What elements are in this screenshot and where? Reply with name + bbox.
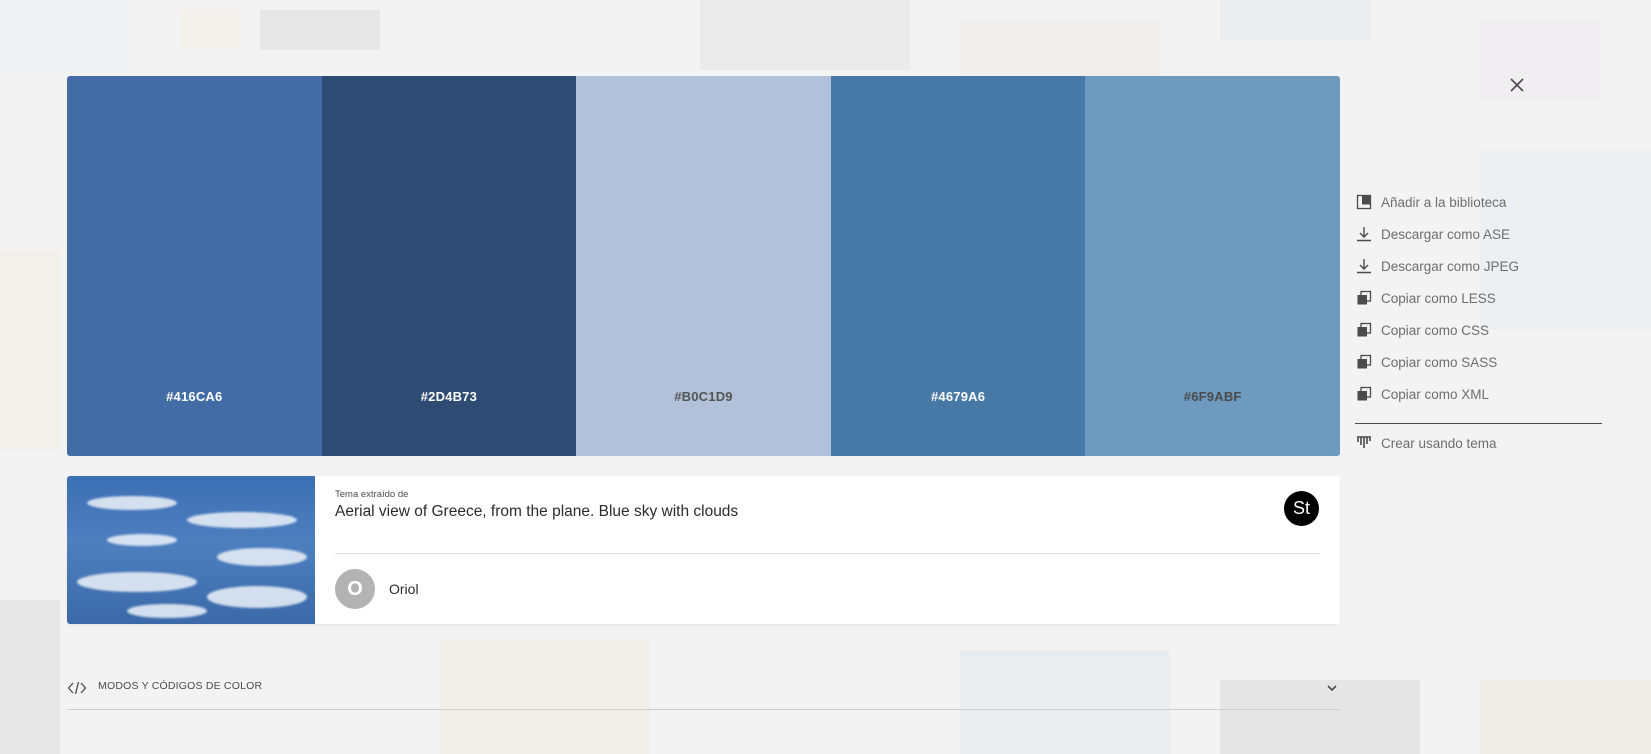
action-label: Descargar como JPEG — [1381, 258, 1520, 274]
stock-badge-text: St — [1292, 498, 1310, 518]
color-modes-toggle[interactable]: MODOS Y CÓDIGOS DE COLOR — [67, 676, 1340, 710]
swatch-hex-label[interactable]: #B0C1D9 — [576, 389, 831, 404]
avatar[interactable]: O — [335, 569, 375, 609]
copy-sass-button[interactable]: Copiar como SASS — [1355, 346, 1602, 378]
actions-divider — [1355, 423, 1602, 424]
author-name[interactable]: Oriol — [389, 581, 419, 597]
code-icon — [67, 681, 87, 695]
swatch-hex-label[interactable]: #6F9ABF — [1085, 389, 1340, 404]
color-swatch-4[interactable]: #4679A6 — [830, 76, 1086, 456]
color-swatch-1[interactable]: #416CA6 — [67, 76, 322, 456]
theme-detail-modal: #416CA6 #2D4B73 #B0C1D9 #4679A6 #6F9ABF … — [0, 0, 1651, 754]
action-label: Copiar como LESS — [1381, 290, 1496, 306]
theme-source-card: Tema extraído de Aerial view of Greece, … — [67, 476, 1340, 624]
color-palette: #416CA6 #2D4B73 #B0C1D9 #4679A6 #6F9ABF — [67, 76, 1340, 456]
download-jpeg-button[interactable]: Descargar como JPEG — [1355, 250, 1602, 282]
download-icon — [1355, 225, 1373, 243]
adobe-stock-badge[interactable]: St — [1284, 491, 1319, 526]
copy-icon — [1355, 289, 1373, 307]
avatar-initial: O — [347, 577, 363, 600]
create-theme-icon — [1355, 434, 1373, 452]
action-label: Copiar como SASS — [1381, 354, 1498, 370]
library-add-icon — [1355, 193, 1373, 211]
close-icon — [1510, 78, 1524, 92]
source-label: Tema extraído de — [335, 489, 409, 500]
copy-icon — [1355, 385, 1373, 403]
action-label: Crear usando tema — [1381, 435, 1497, 451]
download-ase-button[interactable]: Descargar como ASE — [1355, 218, 1602, 250]
source-title[interactable]: Aerial view of Greece, from the plane. B… — [335, 503, 738, 521]
color-swatch-2[interactable]: #2D4B73 — [321, 76, 577, 456]
action-label: Copiar como XML — [1381, 386, 1490, 402]
copy-less-button[interactable]: Copiar como LESS — [1355, 282, 1602, 314]
action-label: Copiar como CSS — [1381, 322, 1490, 338]
action-label: Descargar como ASE — [1381, 226, 1511, 242]
swatch-hex-label[interactable]: #2D4B73 — [322, 389, 577, 404]
modes-label: MODOS Y CÓDIGOS DE COLOR — [98, 680, 263, 692]
download-icon — [1355, 257, 1373, 275]
action-label: Añadir a la biblioteca — [1381, 194, 1507, 210]
copy-icon — [1355, 321, 1373, 339]
add-to-library-button[interactable]: Añadir a la biblioteca — [1355, 186, 1602, 218]
copy-css-button[interactable]: Copiar como CSS — [1355, 314, 1602, 346]
card-divider — [335, 553, 1320, 554]
color-swatch-3[interactable]: #B0C1D9 — [576, 76, 831, 456]
copy-icon — [1355, 353, 1373, 371]
source-image-thumbnail[interactable] — [67, 476, 315, 624]
copy-xml-button[interactable]: Copiar como XML — [1355, 378, 1602, 410]
create-using-theme-button[interactable]: Crear usando tema — [1355, 427, 1602, 459]
actions-menu: Añadir a la biblioteca Descargar como AS… — [1355, 186, 1602, 459]
swatch-hex-label[interactable]: #416CA6 — [67, 389, 322, 404]
close-button[interactable] — [1506, 74, 1528, 96]
color-swatch-5[interactable]: #6F9ABF — [1085, 76, 1340, 456]
chevron-down-icon — [1327, 685, 1337, 692]
swatch-hex-label[interactable]: #4679A6 — [831, 389, 1086, 404]
